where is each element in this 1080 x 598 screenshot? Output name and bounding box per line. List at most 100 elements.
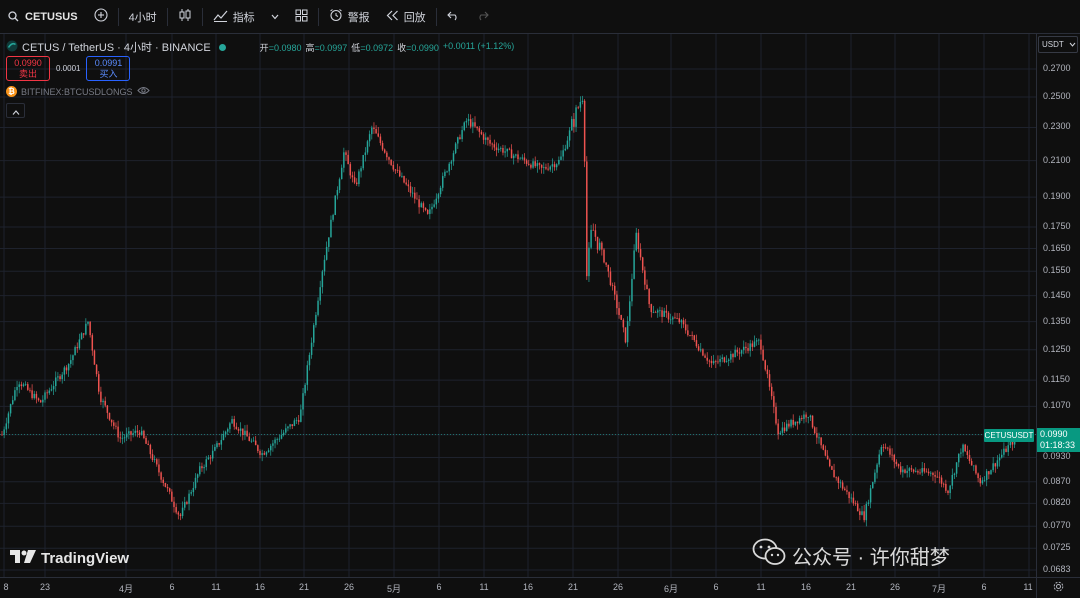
top-toolbar: CETUSUS 4小时 指标 警报 回放: [0, 0, 1080, 34]
candle-body: [822, 445, 825, 450]
candle-body: [508, 148, 511, 150]
close-label: 收: [397, 42, 407, 53]
candle: [889, 445, 891, 458]
chart-type-button[interactable]: [170, 0, 200, 33]
candle: [345, 150, 347, 161]
layout-button[interactable]: [287, 0, 316, 33]
candle-body: [248, 436, 250, 441]
replay-button[interactable]: 回放: [378, 0, 434, 33]
candle-body: [695, 340, 698, 347]
candle-body: [304, 384, 306, 394]
candle-body: [792, 419, 794, 425]
candle: [244, 425, 246, 440]
indicators-button[interactable]: 指标: [205, 0, 263, 33]
candle-body: [93, 350, 96, 365]
candle: [663, 307, 665, 318]
buy-price: 0.0991: [94, 57, 123, 68]
candle-body: [573, 119, 575, 127]
candle: [680, 318, 683, 329]
candle: [108, 412, 111, 421]
chart-legend[interactable]: CETUS / TetherUS · 4小时 · BINANCE 开=0.098…: [6, 39, 514, 55]
watermark-text: 公众号 · 许你甜梦: [792, 546, 950, 569]
currency-label: USDT: [1042, 40, 1064, 49]
candle: [508, 147, 511, 151]
alert-button[interactable]: 警报: [321, 0, 378, 33]
candle: [181, 501, 184, 519]
candle-body: [343, 152, 345, 168]
candle: [444, 169, 446, 179]
candle-body: [725, 361, 728, 362]
candle: [861, 506, 863, 516]
candle: [899, 461, 902, 475]
candle: [285, 423, 287, 434]
compare-symbol-button[interactable]: [86, 0, 116, 33]
chevron-up-icon: [12, 102, 20, 120]
candle-body: [708, 360, 711, 362]
candle-body: [452, 153, 455, 162]
tradingview-logo[interactable]: TradingView: [10, 550, 129, 567]
candle: [745, 342, 747, 354]
candle-body: [459, 137, 461, 140]
candle: [547, 162, 549, 172]
candle: [786, 419, 788, 432]
candle-body: [727, 359, 730, 362]
candle: [72, 354, 74, 366]
candle-body: [379, 136, 382, 144]
candle-body: [308, 354, 311, 366]
candle-body: [530, 164, 532, 168]
search-icon: [8, 11, 19, 22]
candle-body: [431, 206, 433, 210]
candle: [500, 146, 502, 152]
interval-button[interactable]: 4小时: [121, 0, 165, 33]
candle: [631, 273, 633, 307]
price-tick-label: 0.0683: [1043, 564, 1071, 574]
chart-pane[interactable]: [0, 34, 1036, 577]
candle: [162, 477, 164, 487]
candle-body: [758, 339, 760, 341]
candle-body: [884, 447, 887, 449]
candle-body: [659, 310, 661, 312]
candle-body: [467, 119, 470, 121]
candle-body: [134, 430, 137, 434]
candle-body: [536, 163, 539, 167]
gear-icon: [1053, 579, 1064, 597]
axis-settings-button[interactable]: [1036, 577, 1080, 598]
time-axis[interactable]: 8 23 4月 6 11 16 21 26 5月 6 11 16 21 26 6月 6 11 16 21 26 7月 6 1…: [0, 577, 1036, 598]
price-chart[interactable]: [0, 34, 1036, 577]
candle-body: [985, 471, 988, 481]
candle: [27, 381, 29, 391]
indicators-templates-dropdown[interactable]: [263, 0, 287, 33]
candle-body: [194, 477, 197, 488]
candle-body: [749, 343, 751, 351]
candle: [770, 383, 773, 400]
candle-body: [915, 471, 917, 472]
candle-body: [493, 144, 496, 148]
candle-body: [783, 427, 786, 431]
candle: [429, 204, 431, 220]
eye-icon[interactable]: [136, 86, 150, 97]
candle-body: [674, 317, 676, 319]
redo-button[interactable]: [468, 0, 497, 33]
candle-body: [315, 314, 317, 326]
candle-body: [429, 209, 431, 214]
candle-body: [231, 419, 233, 424]
candle-body: [616, 294, 618, 309]
candle: [291, 424, 293, 429]
candle-body: [381, 143, 384, 150]
candle-body: [70, 360, 72, 364]
candle: [44, 390, 46, 403]
candle: [897, 463, 900, 469]
candle: [237, 427, 240, 434]
price-axis[interactable]: 0.2700 0.2500 0.2300 0.2100 0.1900 0.1750 0.16…: [1036, 34, 1080, 577]
candle: [452, 150, 455, 166]
collapse-legend-button[interactable]: [6, 103, 25, 118]
undo-button[interactable]: [439, 0, 468, 33]
candle: [420, 201, 422, 208]
buy-button[interactable]: 0.0991 买入: [86, 56, 131, 81]
indicator-legend[interactable]: ₿ BITFINEX:BTCUSDLONGS: [6, 86, 150, 97]
candle: [411, 186, 414, 198]
symbol-search-button[interactable]: CETUSUS: [0, 0, 86, 33]
sell-button[interactable]: 0.0990 卖出: [6, 56, 50, 81]
candle-body: [201, 466, 203, 469]
currency-select[interactable]: USDT: [1038, 36, 1078, 53]
